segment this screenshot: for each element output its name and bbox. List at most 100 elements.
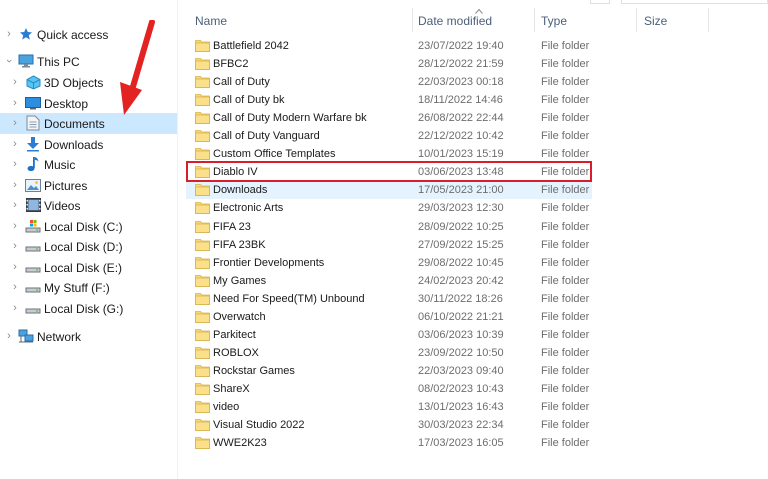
file-row[interactable]: FIFA 23 28/09/2022 10:25 File folder xyxy=(186,218,592,236)
nav-label: My Stuff (F:) xyxy=(44,281,110,295)
nav-label: Quick access xyxy=(37,28,109,42)
file-row[interactable]: Need For Speed(TM) Unbound 30/11/2022 18:… xyxy=(186,290,592,308)
column-size[interactable]: Size xyxy=(644,14,667,28)
file-row[interactable]: ROBLOX 23/09/2022 10:50 File folder xyxy=(186,344,592,362)
chevron-right-icon[interactable]: › xyxy=(10,77,20,88)
nav-label: Local Disk (G:) xyxy=(44,302,124,316)
file-row[interactable]: WWE2K23 17/03/2023 16:05 File folder xyxy=(186,434,592,452)
file-type: File folder xyxy=(541,382,590,395)
nav-local-disk-g[interactable]: › Local Disk (G:) xyxy=(0,298,177,318)
file-row[interactable]: Custom Office Templates 10/01/2023 15:19 F… xyxy=(186,145,592,163)
chevron-right-icon[interactable]: › xyxy=(10,200,20,211)
file-row[interactable]: Downloads 17/05/2023 21:00 File folder xyxy=(186,181,592,200)
chevron-right-icon[interactable]: › xyxy=(10,139,20,150)
column-divider[interactable] xyxy=(534,8,535,32)
column-divider[interactable] xyxy=(708,8,709,32)
nav-label: Pictures xyxy=(44,179,88,193)
pictures-icon xyxy=(25,177,41,193)
nav-local-disk-c[interactable]: › Local Disk (C:) xyxy=(0,216,177,236)
drive-icon xyxy=(25,259,41,275)
chevron-right-icon[interactable]: › xyxy=(4,331,14,342)
nav-pictures[interactable]: › Pictures xyxy=(0,175,177,195)
file-row[interactable]: BFBC2 28/12/2022 21:59 File folder xyxy=(186,55,592,73)
chevron-down-icon[interactable]: › xyxy=(3,56,15,66)
file-row[interactable]: video 13/01/2023 16:43 File folder xyxy=(186,398,592,416)
nav-videos[interactable]: › Videos xyxy=(0,195,177,215)
folder-icon xyxy=(195,274,210,287)
file-date-modified: 30/11/2022 18:26 xyxy=(418,292,503,305)
computer-icon xyxy=(18,53,34,69)
file-name: Call of Duty xyxy=(213,76,270,89)
file-row[interactable]: Parkitect 03/06/2023 10:39 File folder xyxy=(186,326,592,344)
file-name: FIFA 23BK xyxy=(213,238,266,251)
column-date-modified[interactable]: Date modified xyxy=(418,14,492,28)
file-row[interactable]: Frontier Developments 29/08/2022 10:45 Fil… xyxy=(186,254,592,272)
file-row[interactable]: Electronic Arts 29/03/2023 12:30 File fold… xyxy=(186,199,592,217)
nav-desktop[interactable]: › Desktop xyxy=(0,93,177,113)
chevron-right-icon[interactable]: › xyxy=(10,221,20,232)
folder-icon xyxy=(195,184,210,197)
chevron-right-icon[interactable]: › xyxy=(4,29,14,40)
file-name: Downloads xyxy=(213,184,268,197)
file-date-modified: 29/08/2022 10:45 xyxy=(418,256,504,269)
nav-local-disk-e[interactable]: › Local Disk (E:) xyxy=(0,257,177,277)
file-row[interactable]: Call of Duty bk 18/11/2022 14:46 File fold… xyxy=(186,91,592,109)
nav-downloads[interactable]: › Downloads xyxy=(0,134,177,154)
nav-label: Local Disk (D:) xyxy=(44,240,123,254)
file-row[interactable]: Call of Duty Vanguard 22/12/2022 10:42 Fil… xyxy=(186,127,592,145)
nav-3d-objects[interactable]: › 3D Objects xyxy=(0,72,177,92)
chevron-right-icon[interactable]: › xyxy=(10,118,20,129)
nav-documents[interactable]: › Documents xyxy=(0,113,177,134)
file-type: File folder xyxy=(541,238,590,251)
file-date-modified: 13/01/2023 16:43 xyxy=(418,401,504,413)
file-type: File folder xyxy=(541,256,590,269)
file-row[interactable]: Overwatch 06/10/2022 21:21 File folder xyxy=(186,308,592,326)
file-date-modified: 22/03/2023 09:40 xyxy=(418,364,504,377)
nav-label: Videos xyxy=(44,199,81,213)
file-type: File folder xyxy=(541,94,590,107)
file-type: File folder xyxy=(541,346,590,359)
column-name[interactable]: Name xyxy=(195,14,227,28)
folder-icon xyxy=(195,130,210,143)
nav-my-stuff-f[interactable]: › My Stuff (F:) xyxy=(0,277,177,297)
chevron-right-icon[interactable]: › xyxy=(10,180,20,191)
file-type: File folder xyxy=(541,166,590,179)
network-icon xyxy=(18,328,34,344)
chevron-right-icon[interactable]: › xyxy=(10,159,20,170)
file-row[interactable]: My Games 24/02/2023 20:42 File folder xyxy=(186,272,592,290)
drive-icon xyxy=(25,279,41,295)
column-type[interactable]: Type xyxy=(541,14,567,28)
file-row[interactable]: Battlefield 2042 23/07/2022 19:40 File fol… xyxy=(186,37,592,55)
file-name: Parkitect xyxy=(213,328,256,341)
nav-music[interactable]: › Music xyxy=(0,154,177,174)
nav-label: Local Disk (E:) xyxy=(44,261,123,275)
file-type: File folder xyxy=(541,112,590,125)
nav-label: Local Disk (C:) xyxy=(44,220,123,234)
column-divider[interactable] xyxy=(636,8,637,32)
chevron-right-icon[interactable]: › xyxy=(10,241,20,252)
file-row[interactable]: ShareX 08/02/2023 10:43 File folder xyxy=(186,380,592,398)
column-divider[interactable] xyxy=(412,8,413,32)
file-row[interactable]: FIFA 23BK 27/09/2022 15:25 File folder xyxy=(186,236,592,254)
file-row[interactable]: Diablo IV 03/06/2023 13:48 File folder xyxy=(186,163,592,181)
chevron-right-icon[interactable]: › xyxy=(10,303,20,314)
nav-quick-access[interactable]: › Quick access xyxy=(0,24,177,44)
nav-local-disk-d[interactable]: › Local Disk (D:) xyxy=(0,236,177,256)
folder-icon xyxy=(195,58,210,70)
chevron-right-icon[interactable]: › xyxy=(10,282,20,293)
folder-icon xyxy=(195,328,210,341)
nav-network[interactable]: › Network xyxy=(0,326,177,346)
chevron-right-icon[interactable]: › xyxy=(10,98,20,109)
file-name: Call of Duty Vanguard xyxy=(213,130,320,143)
file-name: Electronic Arts xyxy=(213,202,284,215)
file-row[interactable]: Call of Duty Modern Warfare bk 26/08/2022… xyxy=(186,109,592,127)
nav-this-pc[interactable]: › This PC xyxy=(0,51,177,71)
drive-icon xyxy=(25,238,41,254)
file-row[interactable]: Rockstar Games 22/03/2023 09:40 File folde… xyxy=(186,362,592,380)
file-name: ShareX xyxy=(213,382,250,395)
nav-label: Documents xyxy=(44,117,105,131)
chevron-right-icon[interactable]: › xyxy=(10,262,20,273)
file-row[interactable]: Call of Duty 22/03/2023 00:18 File folder xyxy=(186,73,592,91)
file-row[interactable]: Visual Studio 2022 30/03/2023 22:34 File f… xyxy=(186,416,592,434)
column-header-bar: Name Date modified Type Size xyxy=(178,0,768,33)
